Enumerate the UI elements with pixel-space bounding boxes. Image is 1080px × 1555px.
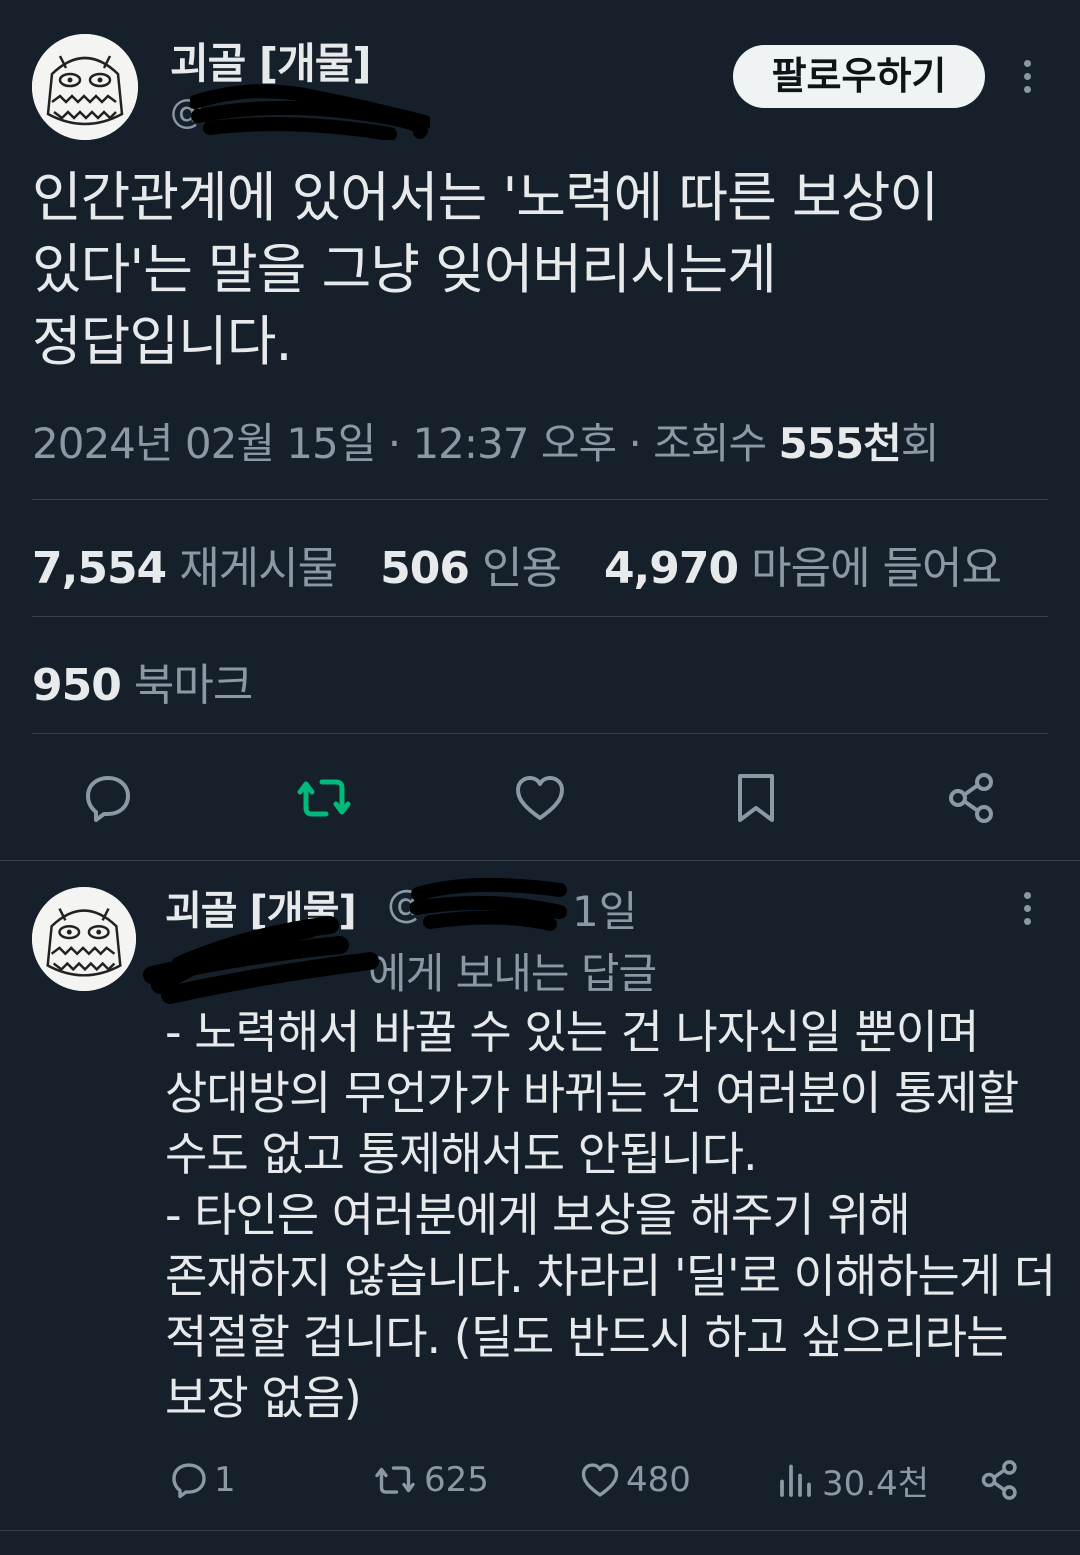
bookmark-icon[interactable] [728, 770, 784, 826]
reply-views-button[interactable]: 30.4천 [776, 1455, 929, 1505]
reply-timestamp[interactable]: 1일 [572, 878, 637, 939]
redaction-scribble [410, 877, 567, 931]
divider [0, 1530, 1080, 1531]
view-suffix: 회 [900, 419, 940, 468]
likes-stat[interactable]: 4,970 마음에 들어요 [604, 543, 1002, 594]
post-text: 인간관계에 있어서는 '노력에 따른 보상이 있다'는 말을 그냥 잊어버리시는… [32, 166, 939, 373]
reply-count: 1 [214, 1460, 236, 1500]
divider [32, 733, 1048, 734]
reply-to-label[interactable]: 에게 보내는 답글 [368, 940, 657, 1001]
reply-reply-button[interactable]: 1 [168, 1455, 236, 1505]
repost-icon [375, 1466, 415, 1494]
reply-share-button[interactable] [978, 1455, 1026, 1505]
reply-icon[interactable] [80, 770, 136, 826]
reply-icon [172, 1463, 206, 1499]
repost-count: 625 [424, 1460, 489, 1500]
reply-repost-button[interactable]: 625 [370, 1455, 489, 1505]
views-icon [780, 1464, 811, 1497]
like-count: 480 [626, 1460, 691, 1500]
avatar[interactable] [32, 34, 138, 140]
more-options-icon[interactable] [1021, 60, 1033, 100]
repost-icon[interactable] [296, 770, 352, 826]
share-icon[interactable] [944, 770, 1000, 826]
like-icon[interactable] [512, 770, 568, 826]
divider [32, 616, 1048, 617]
quotes-stat[interactable]: 506 인용 [380, 543, 562, 594]
reply-text: - 노력해서 바꿀 수 있는 건 나자신일 뿐이며 상대방의 무언가가 바뀌는 … [165, 1005, 1056, 1425]
avatar[interactable] [32, 887, 136, 991]
share-icon [981, 1460, 1017, 1500]
monster-avatar-icon [32, 887, 136, 991]
main-post: 괴골 [개물] @ 팔로우하기 인간관계에 있어서는 '노력에 따른 보상이 있… [0, 0, 1080, 861]
view-count: 30.4천 [822, 1463, 929, 1504]
monster-avatar-icon [32, 34, 138, 140]
reposts-stat[interactable]: 7,554 재게시물 [32, 543, 338, 594]
follow-button[interactable]: 팔로우하기 [733, 45, 985, 108]
post-metadata: 2024년 02월 15일 · 12:37 오후 · 조회수 555천회 [32, 410, 940, 471]
like-icon [581, 1463, 619, 1497]
bookmarks-stat[interactable]: 950 북마크 [32, 660, 253, 711]
redaction-scribble [143, 916, 379, 1004]
more-options-icon[interactable] [1021, 892, 1033, 932]
engagement-stats: 7,554 재게시물 506 인용 4,970 마음에 들어요 [32, 532, 1031, 596]
view-count: 555천 [778, 419, 901, 468]
post-date[interactable]: 2024년 02월 15일 · 12:37 오후 · 조회수 [32, 419, 778, 468]
bookmark-stats: 950 북마크 [32, 649, 282, 713]
redaction-scribble [190, 84, 430, 140]
reply-like-button[interactable]: 480 [578, 1455, 691, 1505]
divider [32, 499, 1048, 500]
reply-action-bar: 1 625 480 30.4천 [0, 1455, 1080, 1505]
